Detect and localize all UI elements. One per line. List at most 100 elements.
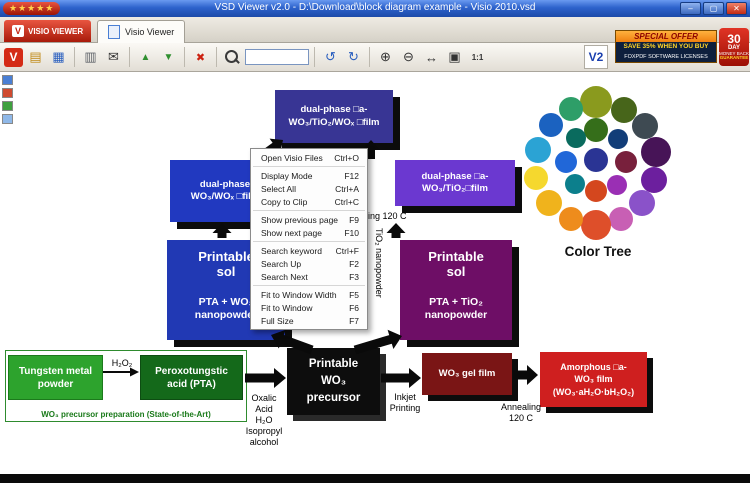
color-tree-circle [615,151,637,173]
color-tree-circle [539,113,563,137]
tab-app-label: VISIO VIEWER [28,26,84,36]
color-tree-circle [524,166,548,190]
save-icon[interactable]: ▦ [48,47,69,68]
zoom-out-icon[interactable]: ⊖ [398,47,419,68]
document-icon [108,25,120,39]
search-input[interactable] [245,49,309,65]
menu-item[interactable]: Copy to Clip Ctrl+C [251,195,367,208]
color-tree-circle [559,97,583,121]
prev-page-icon[interactable]: ▲ [135,47,156,68]
minimize-button[interactable]: – [680,2,701,15]
badge-number: 30 [727,31,741,46]
box-text-line: dual-phase [199,178,251,190]
tab-visio-viewer-doc[interactable]: Visio Viewer [97,20,186,43]
color-tree-circle [565,174,585,194]
tab-visio-viewer-app[interactable]: V VISIO VIEWER [4,20,92,42]
menu-item[interactable]: Search Next F3 [251,270,367,283]
context-menu: Open Visio Files Ctrl+O Display Mode F12 Sel… [250,148,368,330]
special-offer-banner[interactable]: SPECIAL OFFER SAVE 35% WHEN YOU BUY FOXP… [615,30,717,63]
color-tree-circle [632,113,658,139]
toolbar-divider [216,47,217,67]
color-tree-circle [629,190,655,216]
menu-item[interactable]: Show previous page F9 [251,213,367,226]
tab-doc-label: Visio Viewer [125,27,175,37]
box-text-line: WO₃ film [574,374,613,385]
color-tree-circle [641,137,671,167]
box-text-line: sol [216,263,236,279]
box-text-line: powder [37,378,74,390]
box-text-line: dual-phase □a- [300,104,368,116]
vsd-file-icon[interactable]: V [4,47,23,67]
flow-arrow [513,365,538,385]
toolbar-divider [74,47,75,67]
color-tree-circle [536,190,562,216]
menu-item[interactable]: Select All Ctrl+A [251,182,367,195]
box-peroxotungstic-acid: Peroxotungstic acid (PTA) [140,355,243,400]
rotate-right-icon[interactable]: ↻ [343,47,364,68]
rotate-left-icon[interactable]: ↺ [320,47,341,68]
box-text-line: Amorphous □a- [560,362,627,373]
color-tree-circle [555,151,577,173]
close-button[interactable]: ✕ [726,2,747,15]
search-icon[interactable] [222,47,243,68]
menu-item[interactable]: Search keyword Ctrl+F [251,244,367,257]
canvas-mini-icon-2[interactable] [2,88,13,98]
color-tree-label: Color Tree [564,244,632,259]
print-icon[interactable]: ▥ [80,47,101,68]
canvas-mini-icon-4[interactable] [2,114,13,124]
color-tree-circle [559,207,583,231]
box-text-line: Printable [428,249,484,264]
color-tree [518,82,678,242]
box-text-line: WO₃/TiO₂/WOₓ □film [288,116,380,128]
badge-guarantee: GUARANTEE [719,55,749,61]
box-text-line: nanopowder [424,309,488,321]
document-canvas[interactable]: WO₃ precursor preparation (State-of-the-… [0,72,750,474]
box-dual-phase-top-film: dual-phase □a- WO₃/TiO₂/WOₓ □film [275,90,393,143]
canvas-mini-icon-1[interactable] [2,75,13,85]
menu-item[interactable]: Fit to Window F6 [251,301,367,314]
menu-item[interactable]: Show next page F10 [251,226,367,239]
label-tio2-nanopowder: TiO₂ nanopowder [374,228,384,298]
menu-item[interactable]: Search Up F2 [251,257,367,270]
money-back-badge: 30 DAY MONEY BACK GUARANTEE [719,28,749,66]
color-tree-circle [641,167,667,193]
menu-item[interactable]: Display Mode F12 [251,169,367,182]
box-text-line: WO₃ [320,375,347,388]
color-tree-circle [585,180,607,202]
fit-width-icon[interactable]: ↔ [421,47,442,68]
menu-item[interactable]: Open Visio Files Ctrl+O [251,151,367,164]
box-text-line: PTA + WO₃ [198,295,254,308]
box-text-line: Peroxotungstic [155,365,228,377]
open-folder-icon[interactable]: ▤ [25,47,46,68]
color-tree-circle [609,207,633,231]
offer-headline: SPECIAL OFFER [616,31,716,42]
box-amorphous-film: Amorphous □a- WO₃ film (WO₃·aH₂O·bH₂O₂) [540,352,647,407]
color-tree-circle [584,148,608,172]
color-tree-circle [525,137,551,163]
zoom-in-icon[interactable]: ⊕ [375,47,396,68]
box-dual-phase-right-film: dual-phase □a- WO₃/TiO₂□film [395,160,515,206]
color-tree-circle [580,86,612,118]
flow-arrow [245,368,286,388]
box-text-line: Printable [308,358,359,371]
next-page-icon[interactable]: ▼ [158,47,179,68]
app-logo-icon: V [12,25,24,37]
foxpdf-v2-logo: V2 [584,45,608,69]
offer-save-line: SAVE 35% WHEN YOU BUY [616,42,716,52]
close-file-icon[interactable]: ✖ [190,47,211,68]
menu-item[interactable]: Full Size F7 [251,314,367,327]
color-tree-circle [607,175,627,195]
box-text-line: acid (PTA) [167,378,216,390]
flow-arrow [381,368,421,388]
email-icon[interactable]: ✉ [103,47,124,68]
box-text-line: (WO₃·aH₂O·bH₂O₂) [552,386,635,397]
box-gel-film: WO₃ gel film [422,353,512,395]
maximize-button[interactable]: ▢ [703,2,724,15]
menu-item[interactable]: Fit to Window Width F5 [251,288,367,301]
canvas-mini-icon-3[interactable] [2,101,13,111]
box-text-line: nanopowder [194,309,258,321]
status-bar [0,474,750,483]
full-size-icon[interactable]: 1:1 [467,47,488,68]
color-tree-circle [581,210,611,240]
fit-window-icon[interactable]: ▣ [444,47,465,68]
